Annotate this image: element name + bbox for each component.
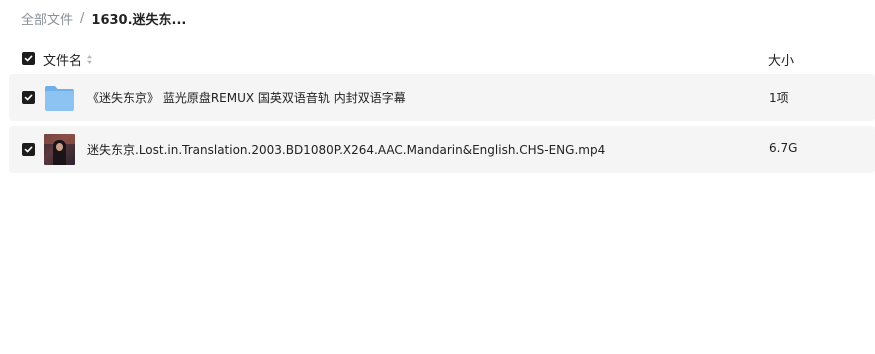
file-row-video[interactable]: 迷失东京.Lost.in.Translation.2003.BD1080P.X2… (9, 126, 875, 173)
folder-icon (45, 86, 74, 111)
breadcrumb-root-link[interactable]: 全部文件 (21, 9, 73, 28)
column-header-size[interactable]: 大小 (768, 50, 794, 69)
video-thumbnail (44, 134, 75, 165)
row-checkbox[interactable] (22, 91, 35, 104)
file-list-header: 文件名 大小 (0, 48, 875, 70)
select-all-checkbox[interactable] (22, 52, 35, 65)
file-name[interactable]: 迷失东京.Lost.in.Translation.2003.BD1080P.X2… (87, 141, 605, 158)
row-checkbox[interactable] (22, 143, 35, 156)
checkmark-icon (24, 146, 33, 153)
breadcrumb-current: 1630.迷失东... (91, 12, 187, 28)
sort-icon[interactable] (86, 54, 93, 65)
file-browser: 全部文件 / 1630.迷失东... 文件名 大小 《迷失东京》 蓝光原盘REM… (0, 0, 875, 354)
file-row-folder[interactable]: 《迷失东京》 蓝光原盘REMUX 国英双语音轨 内封双语字幕 1项 (9, 74, 875, 121)
checkmark-icon (24, 94, 33, 101)
file-size: 1项 (769, 91, 789, 105)
checkmark-icon (24, 55, 33, 62)
file-size: 6.7G (769, 141, 798, 155)
breadcrumb: 全部文件 / 1630.迷失东... (21, 8, 186, 28)
file-name[interactable]: 《迷失东京》 蓝光原盘REMUX 国英双语音轨 内封双语字幕 (87, 89, 406, 106)
breadcrumb-separator: / (80, 10, 85, 26)
column-header-name-label: 文件名 (43, 54, 83, 69)
column-header-name[interactable]: 文件名 (43, 50, 93, 69)
thumbnail-face (56, 143, 63, 151)
